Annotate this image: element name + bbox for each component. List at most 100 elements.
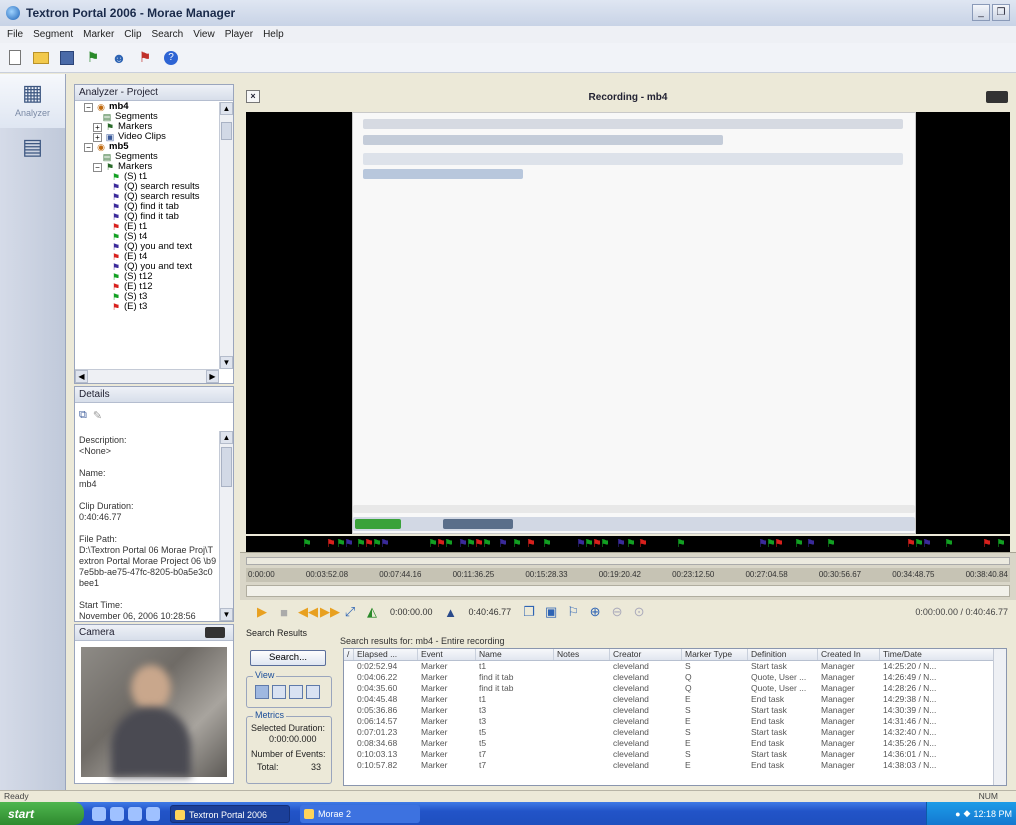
quick-launch-icon[interactable] (146, 806, 160, 821)
menu-file[interactable]: File (2, 29, 28, 40)
marker-flag-icon[interactable]: ⚑ (626, 538, 636, 550)
analyzer-module-button[interactable]: ▦ Analyzer (0, 74, 65, 128)
column-header[interactable]: Elapsed ... (354, 649, 418, 660)
quick-launch-icon[interactable] (110, 806, 124, 821)
add-marker-icon[interactable]: ⚑ (82, 47, 104, 69)
open-folder-icon[interactable] (30, 47, 52, 69)
quick-launch-icon[interactable] (92, 806, 106, 821)
marker-flag-icon[interactable]: ⚑ (806, 538, 816, 550)
column-header[interactable]: Notes (554, 649, 610, 660)
marker-flag-icon[interactable]: ⚑ (444, 538, 454, 550)
table-row[interactable]: 0:07:01.23 Marker t5 cleveland S Start task Ma… (344, 727, 1006, 738)
menu-clip[interactable]: Clip (119, 29, 146, 40)
in-point-icon[interactable]: ◭ (364, 604, 380, 620)
tree-node[interactable]: ⚑ (Q) find it tab (75, 212, 219, 223)
results-grid[interactable]: / Elapsed ... Event Name Notes Creator Marker … (343, 648, 1007, 786)
marker-flag-icon[interactable]: ⚑ (638, 538, 648, 550)
column-header[interactable]: Name (476, 649, 554, 660)
zoom-out-icon[interactable]: ⊖ (609, 604, 625, 620)
edit-icon[interactable]: ✎ (93, 409, 102, 422)
marker-flag-icon[interactable]: ⚑ (526, 538, 536, 550)
timeline[interactable]: 0:00:00 00:03:52.08 00:07:44.16 00:11:36.25… (240, 552, 1016, 602)
timeline-track[interactable] (246, 557, 1010, 565)
new-icon[interactable] (4, 47, 26, 69)
column-header[interactable]: Created In (818, 649, 880, 660)
zoom-in-icon[interactable]: ⊕ (587, 604, 603, 620)
marker-flag-icon[interactable]: ⚑ (302, 538, 312, 550)
column-header[interactable]: Event (418, 649, 476, 660)
fast-forward-icon[interactable]: ▶▶ (320, 604, 340, 620)
save-icon[interactable] (56, 47, 78, 69)
start-button[interactable]: start (0, 802, 84, 825)
tray-icon[interactable]: ◆ (964, 808, 971, 819)
marker-flag-icon[interactable]: ⚑ (542, 538, 552, 550)
marker-flag-icon[interactable]: ⚑ (512, 538, 522, 550)
tree-node[interactable]: ⚑ (E) t3 (75, 302, 219, 313)
tree-vscroll[interactable]: ▲ ▼ (219, 102, 233, 369)
menu-view[interactable]: View (188, 29, 220, 40)
marker-flag-icon[interactable]: ⚑ (600, 538, 610, 550)
taskbar-item-morae[interactable]: Morae 2 (300, 804, 420, 823)
menu-player[interactable]: Player (220, 29, 258, 40)
table-row[interactable]: 0:10:03.13 Marker t7 cleveland S Start task Ma… (344, 749, 1006, 760)
marker-flag-icon[interactable]: ⚑ (922, 538, 932, 550)
flag-tool-icon[interactable]: ⚑ (134, 47, 156, 69)
marker-flag-icon[interactable]: ⚑ (826, 538, 836, 550)
table-row[interactable]: 0:04:45.48 Marker t1 cleveland E End task Mana… (344, 694, 1006, 705)
menu-search[interactable]: Search (147, 29, 189, 40)
new-segment-icon[interactable]: ❐ (521, 604, 537, 620)
new-clip-icon[interactable]: ▣ (543, 604, 559, 620)
tray-icon[interactable]: ● (955, 809, 960, 819)
segment-track[interactable] (246, 585, 1010, 597)
marker-flag-icon[interactable]: ⚐ (565, 604, 581, 620)
minimize-button[interactable]: _ (972, 4, 990, 21)
copy-icon[interactable]: ⧉ (79, 409, 87, 422)
marker-strip[interactable]: ⚑ ⚑ ⚑ ⚑ ⚑ ⚑ ⚑ ⚑ ⚑ ⚑ ⚑ ⚑ ⚑ ⚑ ⚑ ⚑ ⚑ ⚑ ⚑ ⚑ ⚑ ⚑ ⚑ ⚑ ⚑ ⚑ ⚑ ⚑ ⚑ ⚑ ⚑ ⚑ ⚑ ⚑ ⚑ ⚑ ⚑ ⚑ ⚑ (246, 536, 1010, 552)
marker-flag-icon[interactable]: ⚑ (498, 538, 508, 550)
presenter-module-button[interactable]: ▤ (0, 128, 65, 182)
view-grid-icon[interactable] (306, 685, 320, 699)
view-details-icon[interactable] (255, 685, 269, 699)
help-icon[interactable]: ? (160, 47, 182, 69)
details-vscroll[interactable]: ▲ ▼ (219, 431, 233, 621)
search-people-icon[interactable]: ☻ (108, 47, 130, 69)
table-row[interactable]: 0:04:35.60 Marker find it tab cleveland Q Quo… (344, 683, 1006, 694)
table-row[interactable]: 0:04:06.22 Marker find it tab cleveland Q Quo… (344, 672, 1006, 683)
project-tree[interactable]: − ◉ mb4 ▤ Segments + ⚑ Markers + ▣ Video Clips − ◉ mb… (75, 102, 219, 369)
tree-node[interactable]: ⚑ (Q) you and text (75, 242, 219, 253)
expand-icon[interactable]: + (93, 122, 102, 132)
grid-vscroll[interactable] (993, 649, 1006, 785)
marker-flag-icon[interactable]: ⚑ (774, 538, 784, 550)
column-header[interactable]: Creator (610, 649, 682, 660)
table-row[interactable]: 0:02:52.94 Marker t1 cleveland S Start task Ma… (344, 661, 1006, 672)
tree-hscroll[interactable]: ◀ ▶ (75, 369, 219, 383)
table-row[interactable]: 0:05:36.86 Marker t3 cleveland S Start task Ma… (344, 705, 1006, 716)
camera-icon[interactable] (986, 91, 1008, 103)
view-tiles-icon[interactable] (289, 685, 303, 699)
collapse-icon[interactable]: − (84, 142, 93, 152)
tree-node[interactable]: − ⚑ Markers (75, 162, 219, 172)
expand-icon[interactable]: + (93, 132, 102, 142)
collapse-icon[interactable]: − (93, 162, 102, 172)
marker-flag-icon[interactable]: ⚑ (996, 538, 1006, 550)
tree-node[interactable]: ⚑ (S) t3 (75, 292, 219, 303)
marker-flag-icon[interactable]: ⚑ (794, 538, 804, 550)
restore-button[interactable]: ❐ (992, 4, 1010, 21)
menu-help[interactable]: Help (258, 29, 289, 40)
marker-flag-icon[interactable]: ⚑ (380, 538, 390, 550)
view-list-icon[interactable] (272, 685, 286, 699)
table-row[interactable]: 0:10:57.82 Marker t7 cleveland E End task Mana… (344, 760, 1006, 771)
marker-flag-icon[interactable]: ⚑ (326, 538, 336, 550)
rewind-icon[interactable]: ◀◀ (298, 604, 318, 620)
close-icon[interactable]: × (246, 90, 260, 103)
collapse-icon[interactable]: − (84, 102, 93, 112)
fit-icon[interactable]: ⤢ (342, 604, 358, 620)
marker-flag-icon[interactable]: ⚑ (944, 538, 954, 550)
menu-segment[interactable]: Segment (28, 29, 78, 40)
zoom-reset-icon[interactable]: ⊙ (631, 604, 647, 620)
menu-marker[interactable]: Marker (78, 29, 119, 40)
column-header[interactable]: Time/Date (880, 649, 994, 660)
table-row[interactable]: 0:08:34.68 Marker t5 cleveland E End task Mana… (344, 738, 1006, 749)
marker-flag-icon[interactable]: ⚑ (982, 538, 992, 550)
tree-node[interactable]: ⚑ (E) t1 (75, 222, 219, 233)
